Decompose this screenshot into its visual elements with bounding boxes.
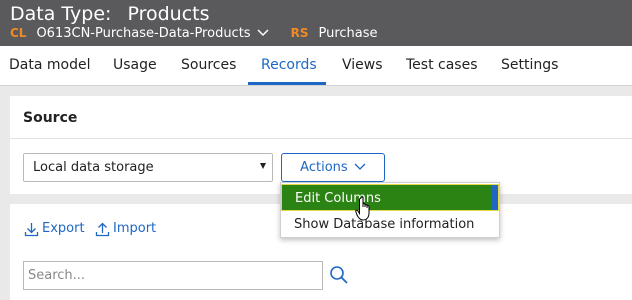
tab-data-model[interactable]: Data model bbox=[9, 56, 90, 74]
ruleset-name: Purchase bbox=[318, 26, 378, 41]
source-title: Source bbox=[23, 110, 78, 126]
rs-tag: RS bbox=[290, 26, 309, 40]
actions-button[interactable]: Actions bbox=[281, 153, 385, 182]
page-header: Data Type: Products CL O613CN-Purchase-Da… bbox=[0, 0, 632, 46]
class-name[interactable]: O613CN-Purchase-Data-Products bbox=[36, 25, 250, 42]
source-section: Source Local data storage Actions bbox=[10, 96, 632, 194]
class-info: CL O613CN-Purchase-Data-Products RS Purc… bbox=[10, 25, 378, 42]
search-input[interactable] bbox=[23, 261, 323, 290]
source-select-value: Local data storage bbox=[33, 160, 154, 175]
actions-dropdown-menu: Edit Columns Show Database information bbox=[280, 182, 500, 238]
download-icon bbox=[24, 222, 39, 236]
export-link[interactable]: Export bbox=[24, 221, 85, 237]
dropdown-arrow-icon bbox=[260, 163, 266, 169]
import-link[interactable]: Import bbox=[95, 221, 156, 237]
source-select[interactable]: Local data storage bbox=[23, 153, 273, 182]
import-label: Import bbox=[113, 221, 157, 236]
tab-views[interactable]: Views bbox=[342, 56, 383, 74]
menu-item-edit-columns[interactable]: Edit Columns bbox=[281, 184, 499, 211]
tab-settings[interactable]: Settings bbox=[501, 56, 558, 74]
chevron-down-icon[interactable] bbox=[257, 25, 269, 42]
menu-item-show-database-information[interactable]: Show Database information bbox=[281, 211, 499, 238]
menu-item-label: Show Database information bbox=[294, 217, 475, 232]
cl-tag: CL bbox=[10, 26, 27, 40]
data-type-name: Products bbox=[127, 3, 210, 25]
export-label: Export bbox=[42, 221, 85, 236]
hand-cursor-icon bbox=[355, 196, 370, 221]
chevron-down-icon bbox=[354, 163, 366, 170]
tab-test-cases[interactable]: Test cases bbox=[406, 56, 478, 74]
tab-bar: Data model Usage Sources Records Views T… bbox=[0, 46, 632, 86]
tab-records[interactable]: Records bbox=[261, 56, 317, 74]
page-title: Data Type: Products bbox=[10, 2, 210, 26]
upload-icon bbox=[95, 222, 110, 236]
tab-usage[interactable]: Usage bbox=[113, 56, 157, 74]
active-tab-indicator bbox=[248, 82, 326, 85]
menu-scroll-indicator bbox=[491, 185, 498, 210]
section-divider bbox=[10, 138, 632, 139]
tab-sources[interactable]: Sources bbox=[181, 56, 236, 74]
actions-label: Actions bbox=[300, 160, 348, 175]
search-icon[interactable] bbox=[328, 264, 350, 286]
title-prefix: Data Type: bbox=[10, 3, 112, 25]
